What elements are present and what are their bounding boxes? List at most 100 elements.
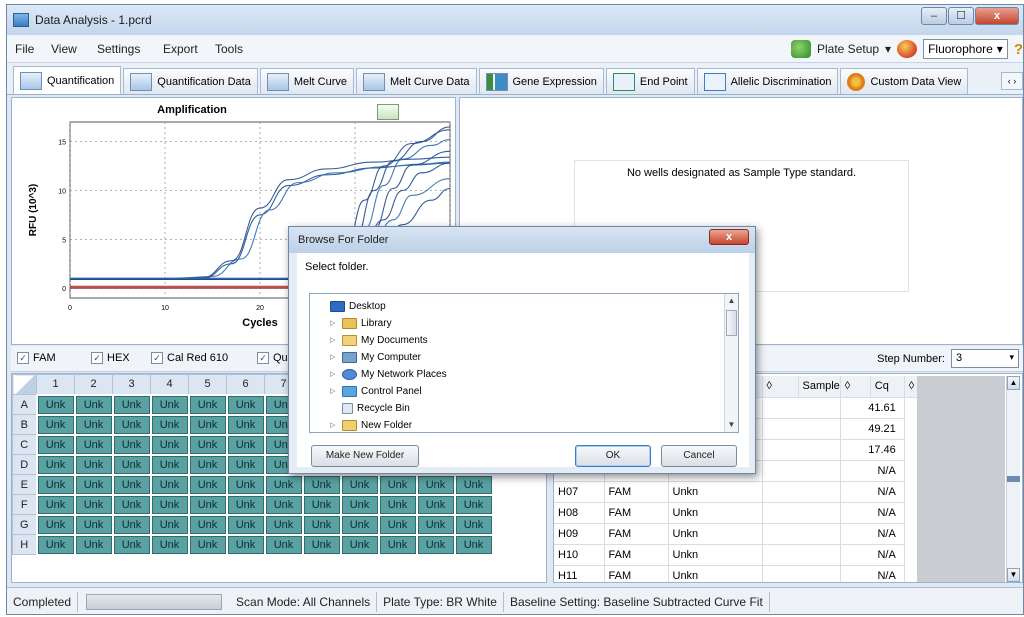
plate-well[interactable]: Unk — [453, 513, 494, 536]
scroll-thumb[interactable] — [1007, 476, 1020, 482]
plate-well[interactable]: Unk — [35, 413, 76, 436]
plate-well[interactable]: Unk — [453, 493, 494, 516]
plate-well[interactable]: Unk — [225, 453, 266, 476]
plate-well[interactable]: Unk — [149, 473, 190, 496]
plate-well[interactable]: Unk — [339, 473, 380, 496]
plate-well[interactable]: Unk — [453, 533, 494, 556]
plate-row-header[interactable]: F — [12, 494, 37, 515]
plate-well[interactable]: Unk — [111, 513, 152, 536]
make-new-folder-button[interactable]: Make New Folder — [311, 445, 419, 467]
plate-well[interactable]: Unk — [73, 413, 114, 436]
plate-well[interactable]: Unk — [187, 493, 228, 516]
plate-well[interactable]: Unk — [225, 433, 266, 456]
plate-well[interactable]: Unk — [187, 413, 228, 436]
plate-well[interactable]: Unk — [225, 533, 266, 556]
folder-tree-item[interactable]: Desktop — [318, 298, 386, 314]
scroll-up-icon[interactable]: ▲ — [1007, 376, 1020, 390]
plate-well[interactable]: Unk — [73, 393, 114, 416]
plate-row-header[interactable]: A — [12, 394, 37, 415]
folder-tree-item[interactable]: ▷ Control Panel — [330, 383, 422, 399]
plate-well[interactable]: Unk — [415, 493, 456, 516]
plate-well[interactable]: Unk — [377, 493, 418, 516]
plate-well[interactable]: Unk — [187, 473, 228, 496]
tab-quantification-data[interactable]: Quantification Data — [123, 68, 258, 94]
plate-well[interactable]: Unk — [149, 453, 190, 476]
folder-tree-item[interactable]: Recycle Bin — [330, 400, 410, 416]
plate-well[interactable]: Unk — [35, 513, 76, 536]
filter-quasar-checkbox[interactable]: ✓ Qu — [257, 352, 288, 364]
plate-well[interactable]: Unk — [73, 493, 114, 516]
close-button[interactable]: x — [975, 7, 1019, 25]
expand-icon[interactable]: ▷ — [330, 370, 338, 378]
tab-gene-expression[interactable]: Gene Expression — [478, 68, 604, 94]
plate-well[interactable]: Unk — [263, 513, 304, 536]
plate-row-header[interactable]: H — [12, 534, 37, 555]
table-column-header[interactable]: Sample — [798, 376, 841, 398]
plate-well[interactable]: Unk — [35, 533, 76, 556]
ok-button[interactable]: OK — [575, 445, 651, 467]
fluorophore-icon[interactable] — [897, 40, 918, 58]
plate-well[interactable]: Unk — [73, 473, 114, 496]
plate-well[interactable]: Unk — [149, 413, 190, 436]
plate-well[interactable]: Unk — [149, 433, 190, 456]
expand-icon[interactable]: ▷ — [330, 387, 338, 395]
plate-column-header[interactable]: 4 — [150, 374, 189, 395]
plate-row-header[interactable]: D — [12, 454, 37, 475]
plate-setup-button[interactable]: Plate Setup — [817, 42, 879, 56]
plate-well[interactable]: Unk — [111, 393, 152, 416]
tab-melt-curve[interactable]: Melt Curve — [259, 68, 355, 94]
folder-tree-item[interactable]: ▷ New Folder — [330, 417, 412, 432]
plate-well[interactable]: Unk — [73, 513, 114, 536]
plate-well[interactable]: Unk — [225, 493, 266, 516]
plate-well[interactable]: Unk — [111, 453, 152, 476]
expand-icon[interactable]: ▷ — [330, 353, 338, 361]
step-number-select[interactable]: 3 ▾ — [951, 349, 1019, 368]
plate-well[interactable]: Unk — [35, 433, 76, 456]
plate-setup-icon[interactable] — [791, 40, 811, 58]
plate-well[interactable]: Unk — [377, 533, 418, 556]
plate-well[interactable]: Unk — [415, 473, 456, 496]
plate-well[interactable]: Unk — [149, 533, 190, 556]
plate-row-header[interactable]: C — [12, 434, 37, 455]
plate-well[interactable]: Unk — [263, 493, 304, 516]
plate-well[interactable]: Unk — [187, 453, 228, 476]
table-row[interactable]: H11 FAM Unkn N/A — [554, 565, 944, 582]
scroll-down-icon[interactable]: ▼ — [1007, 568, 1020, 582]
plate-well[interactable]: Unk — [301, 493, 342, 516]
expand-icon[interactable]: ▷ — [330, 319, 338, 327]
plate-well[interactable]: Unk — [73, 533, 114, 556]
plate-well[interactable]: Unk — [339, 513, 380, 536]
plate-well[interactable]: Unk — [187, 513, 228, 536]
plate-column-header[interactable]: 3 — [112, 374, 151, 395]
plate-well[interactable]: Unk — [263, 533, 304, 556]
plate-row-header[interactable]: E — [12, 474, 37, 495]
plate-well[interactable]: Unk — [73, 433, 114, 456]
table-row[interactable]: H07 FAM Unkn N/A — [554, 481, 944, 503]
plate-setup-dropdown-icon[interactable]: ▾ — [885, 42, 891, 56]
filter-hex-checkbox[interactable]: ✓ HEX — [91, 352, 130, 364]
table-column-header[interactable]: ◊ — [762, 376, 799, 398]
plate-well[interactable]: Unk — [111, 533, 152, 556]
tab-allelic-discrimination[interactable]: Allelic Discrimination — [696, 68, 839, 94]
expand-icon[interactable]: ▷ — [330, 421, 338, 429]
plate-well[interactable]: Unk — [187, 433, 228, 456]
plate-well[interactable]: Unk — [225, 513, 266, 536]
table-row[interactable]: H10 FAM Unkn N/A — [554, 544, 944, 566]
plate-well[interactable]: Unk — [187, 533, 228, 556]
plate-row-header[interactable]: B — [12, 414, 37, 435]
plate-well[interactable]: Unk — [111, 473, 152, 496]
plate-well[interactable]: Unk — [149, 513, 190, 536]
expand-icon[interactable]: ▷ — [330, 336, 338, 344]
plate-well[interactable]: Unk — [453, 473, 494, 496]
plate-well[interactable]: Unk — [225, 393, 266, 416]
plate-well[interactable]: Unk — [339, 493, 380, 516]
cancel-button[interactable]: Cancel — [661, 445, 737, 467]
plate-well[interactable]: Unk — [377, 513, 418, 536]
folder-tree-item[interactable]: ▷ My Documents — [330, 332, 428, 348]
tree-scrollbar[interactable]: ▲ ▼ — [724, 294, 738, 432]
plate-well[interactable]: Unk — [301, 473, 342, 496]
tab-scroll-button[interactable]: ‹ › — [1001, 72, 1023, 90]
folder-tree-item[interactable]: ▷ Library — [330, 315, 392, 331]
plate-well[interactable]: Unk — [149, 493, 190, 516]
plate-well[interactable]: Unk — [301, 513, 342, 536]
